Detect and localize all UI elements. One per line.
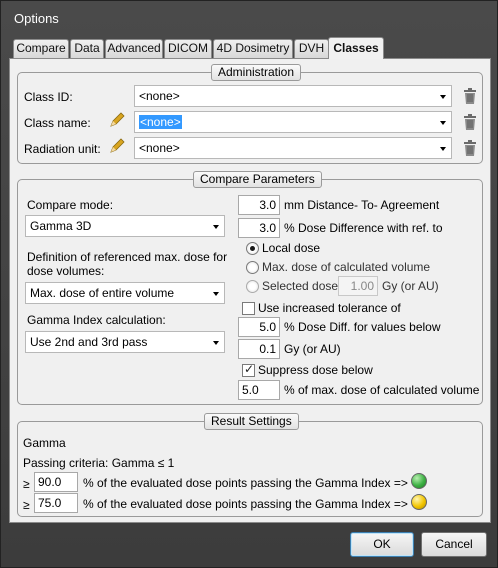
threshold-2-label: % of the evaluated dose points passing t… xyxy=(83,497,408,511)
tab-dicom[interactable]: DICOM xyxy=(164,39,212,58)
radiation-unit-combo[interactable]: <none> xyxy=(134,137,452,159)
chevron-down-icon xyxy=(440,147,446,151)
local-dose-radio[interactable] xyxy=(246,242,259,255)
tab-compare[interactable]: Compare xyxy=(13,39,69,58)
max-calculated-label: Max. dose of calculated volume xyxy=(262,260,431,274)
administration-group: Administration Class ID: <none> Class na… xyxy=(17,64,483,164)
gamma-calc-label: Gamma Index calculation: xyxy=(27,313,166,327)
compare-parameters-group: Compare Parameters Compare mode: Gamma 3… xyxy=(17,171,483,405)
tab-data[interactable]: Data xyxy=(70,39,104,58)
compare-mode-value: Gamma 3D xyxy=(30,219,92,233)
gamma-calc-combo[interactable]: Use 2nd and 3rd pass xyxy=(25,331,225,353)
chevron-down-icon xyxy=(213,341,219,345)
delete-class-name-icon[interactable] xyxy=(463,114,477,130)
selected-dose-label: Selected dose xyxy=(262,279,339,293)
title-bar[interactable]: Options xyxy=(1,1,497,35)
selected-dose-unit: Gy (or AU) xyxy=(382,279,439,293)
classes-panel: Administration Class ID: <none> Class na… xyxy=(9,58,491,523)
chevron-down-icon xyxy=(213,292,219,296)
class-id-combo[interactable]: <none> xyxy=(134,85,452,107)
passing-criteria: Passing criteria: Gamma ≤ 1 xyxy=(23,456,175,470)
tolerance-gy-label: Gy (or AU) xyxy=(284,342,341,356)
class-name-combo[interactable]: <none> xyxy=(134,111,452,133)
edit-radiation-unit-pencil-icon[interactable] xyxy=(108,137,126,155)
chevron-down-icon xyxy=(440,95,446,99)
reference-dose-label-line2: dose volumes: xyxy=(27,264,105,278)
class-id-value: <none> xyxy=(139,89,180,103)
compare-mode-combo[interactable]: Gamma 3D xyxy=(25,215,225,237)
radiation-unit-value: <none> xyxy=(139,141,180,155)
delete-radiation-unit-icon[interactable] xyxy=(463,140,477,156)
tab-strip: Compare Data Advanced DICOM 4D Dosimetry… xyxy=(9,37,489,59)
suppress-dose-label: Suppress dose below xyxy=(258,363,373,377)
threshold-2-input[interactable]: 75.0 xyxy=(34,493,78,513)
tab-4d-dosimetry[interactable]: 4D Dosimetry xyxy=(213,39,293,58)
threshold-1-label: % of the evaluated dose points passing t… xyxy=(83,476,408,490)
class-name-label: Class name: xyxy=(24,116,91,130)
ok-button[interactable]: OK xyxy=(350,532,414,557)
increased-tolerance-label: Use increased tolerance of xyxy=(258,301,401,315)
compare-mode-label: Compare mode: xyxy=(27,198,114,212)
result-settings-title: Result Settings xyxy=(204,413,299,430)
tolerance-gy-input[interactable]: 0.1 xyxy=(238,339,280,359)
class-id-label: Class ID: xyxy=(24,90,73,104)
tolerance-dose-diff-label: % Dose Diff. for values below xyxy=(284,320,441,334)
chevron-down-icon xyxy=(213,225,219,229)
tolerance-dose-diff-input[interactable]: 5.0 xyxy=(238,317,280,337)
administration-title: Administration xyxy=(211,64,302,81)
compare-parameters-title: Compare Parameters xyxy=(193,171,322,188)
selected-dose-input[interactable]: 1.00 xyxy=(338,276,378,296)
chevron-down-icon xyxy=(440,121,446,125)
threshold-2-symbol: ≥ xyxy=(23,498,30,512)
tab-dvh[interactable]: DVH xyxy=(294,39,329,58)
options-window: Options Compare Data Advanced DICOM 4D D… xyxy=(0,0,498,568)
delete-class-id-icon[interactable] xyxy=(463,88,477,104)
dose-difference-input[interactable]: 3.0 xyxy=(238,218,280,238)
tab-classes[interactable]: Classes xyxy=(328,37,384,59)
threshold-2-yellow-led-icon xyxy=(411,494,427,510)
result-settings-group: Result Settings Gamma Passing criteria: … xyxy=(17,413,483,517)
local-dose-label: Local dose xyxy=(262,241,321,255)
threshold-1-green-led-icon xyxy=(411,473,427,489)
gamma-calc-value: Use 2nd and 3rd pass xyxy=(30,335,148,349)
max-calculated-radio[interactable] xyxy=(246,261,259,274)
dta-label: mm Distance- To- Agreement xyxy=(284,198,440,212)
reference-dose-value: Max. dose of entire volume xyxy=(30,286,175,300)
suppress-dose-unit: % of max. dose of calculated volume xyxy=(284,383,480,397)
gamma-heading: Gamma xyxy=(23,436,66,450)
cancel-button[interactable]: Cancel xyxy=(421,532,487,557)
increased-tolerance-checkbox[interactable] xyxy=(242,302,255,315)
reference-dose-label-line1: Definition of referenced max. dose for xyxy=(27,250,228,264)
selected-dose-radio[interactable] xyxy=(246,280,259,293)
tab-advanced[interactable]: Advanced xyxy=(105,39,163,58)
threshold-1-symbol: ≥ xyxy=(23,477,30,491)
dose-difference-label: % Dose Difference with ref. to xyxy=(284,221,443,235)
reference-dose-combo[interactable]: Max. dose of entire volume xyxy=(25,282,225,304)
suppress-dose-input[interactable]: 5.0 xyxy=(238,380,280,400)
radiation-unit-label: Radiation unit: xyxy=(24,142,101,156)
suppress-dose-checkbox[interactable] xyxy=(242,362,255,377)
threshold-1-input[interactable]: 90.0 xyxy=(34,472,78,492)
dta-input[interactable]: 3.0 xyxy=(238,195,280,215)
edit-class-name-pencil-icon[interactable] xyxy=(108,111,126,129)
window-title: Options xyxy=(14,11,59,26)
class-name-value: <none> xyxy=(139,115,182,129)
